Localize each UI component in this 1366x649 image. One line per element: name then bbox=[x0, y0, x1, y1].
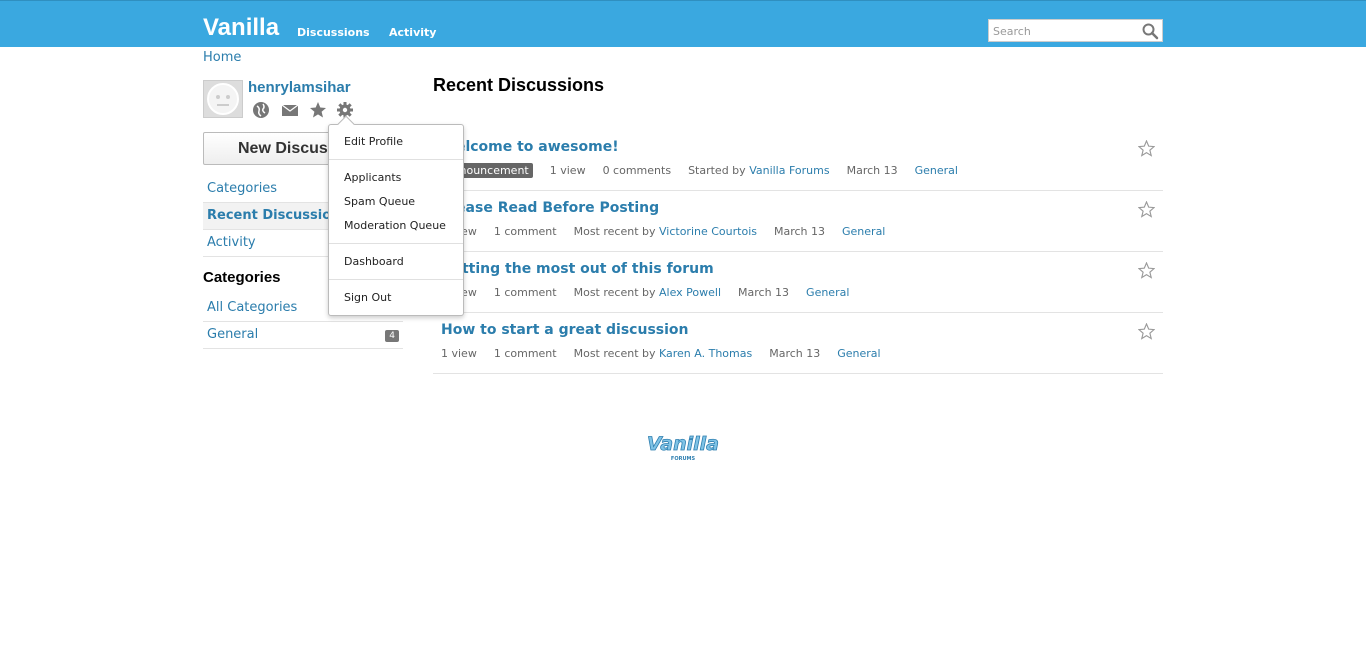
menu-item-dashboard[interactable]: Dashboard bbox=[344, 255, 404, 268]
nav-activity[interactable]: Activity bbox=[389, 26, 436, 39]
author-link[interactable]: Alex Powell bbox=[659, 286, 721, 299]
comment-count: 1 comment bbox=[493, 225, 557, 238]
bookmark-star-icon[interactable] bbox=[1138, 323, 1155, 340]
discussion-title[interactable]: How to start a great discussion bbox=[441, 322, 689, 338]
user-options-dropdown: Edit Profile Applicants Spam Queue Moder… bbox=[328, 115, 464, 316]
globe-icon[interactable] bbox=[252, 101, 270, 119]
nav-discussions[interactable]: Discussions bbox=[297, 26, 370, 39]
author-link[interactable]: Victorine Courtois bbox=[659, 225, 757, 238]
discussion-title[interactable]: Getting the most out of this forum bbox=[441, 261, 714, 277]
page-title: Recent Discussions bbox=[433, 75, 605, 95]
discussion-meta: Announcement 1 view 0 comments Started by V… bbox=[441, 163, 958, 178]
menu-item-spam-queue[interactable]: Spam Queue bbox=[344, 195, 415, 208]
sidebar-item-general[interactable]: General 4 bbox=[203, 322, 403, 349]
category-count-badge: 4 bbox=[385, 330, 399, 342]
discussion-title[interactable]: Welcome to awesome! bbox=[441, 139, 619, 155]
svg-text:FORUMS: FORUMS bbox=[671, 456, 696, 462]
brand-logo[interactable]: Vanilla bbox=[203, 14, 279, 42]
category-link[interactable]: General bbox=[915, 164, 958, 177]
discussion-meta: 1 view1 commentMost recent by Victorine … bbox=[441, 225, 885, 238]
avatar-face-icon bbox=[207, 83, 239, 115]
discussion-row: Please Read Before Posting 1 view1 comme… bbox=[433, 191, 1163, 252]
bookmark-star-icon[interactable] bbox=[1138, 140, 1155, 157]
top-bar: Vanilla Discussions Activity bbox=[0, 0, 1366, 47]
by-label: Started by bbox=[688, 164, 746, 177]
discussion-date: March 13 bbox=[773, 225, 826, 238]
discussion-title[interactable]: Please Read Before Posting bbox=[441, 200, 659, 216]
search-input[interactable] bbox=[993, 23, 1138, 39]
search-icon[interactable] bbox=[1141, 22, 1159, 40]
category-link[interactable]: General bbox=[842, 225, 885, 238]
by-label: Most recent by bbox=[573, 347, 656, 360]
discussion-date: March 13 bbox=[738, 286, 790, 299]
author-link[interactable]: Vanilla Forums bbox=[749, 164, 829, 177]
comment-count: 1 comment bbox=[493, 347, 557, 360]
by-label: Most recent by bbox=[573, 225, 656, 238]
discussion-meta: 1 view 1 comment Most recent by Karen A. T… bbox=[441, 347, 881, 360]
discussion-date: March 13 bbox=[769, 347, 821, 360]
discussion-row: Getting the most out of this forum 1 vie… bbox=[433, 252, 1163, 313]
author-link[interactable]: Karen A. Thomas bbox=[659, 347, 752, 360]
category-link[interactable]: General bbox=[806, 286, 849, 299]
view-count: 1 view bbox=[441, 347, 477, 360]
vanilla-forums-logo[interactable]: Vanilla FORUMS bbox=[647, 428, 719, 464]
bookmark-star-icon[interactable] bbox=[1138, 262, 1155, 279]
menu-item-edit-profile[interactable]: Edit Profile bbox=[344, 135, 403, 148]
menu-divider bbox=[329, 243, 463, 244]
discussion-row: How to start a great discussion 1 view 1 … bbox=[433, 313, 1163, 374]
bookmark-star-icon[interactable] bbox=[309, 101, 327, 119]
category-link[interactable]: General bbox=[837, 347, 880, 360]
discussion-row: Welcome to awesome! Announcement 1 view 0 … bbox=[433, 130, 1163, 191]
discussion-meta: 1 view1 commentMost recent by Alex Powel… bbox=[441, 286, 849, 299]
by-label: Most recent by bbox=[573, 286, 656, 299]
categories-heading: Categories bbox=[203, 269, 281, 286]
bookmark-star-icon[interactable] bbox=[1138, 201, 1155, 218]
search-box bbox=[988, 19, 1163, 42]
menu-item-sign-out[interactable]: Sign Out bbox=[344, 291, 391, 304]
breadcrumb-home[interactable]: Home bbox=[203, 50, 241, 65]
discussion-date: March 13 bbox=[846, 164, 898, 177]
mail-icon[interactable] bbox=[281, 101, 299, 119]
menu-divider bbox=[329, 159, 463, 160]
comment-count: 1 comment bbox=[493, 286, 557, 299]
username-link[interactable]: henrylamsihar bbox=[248, 79, 351, 96]
view-count: 1 view bbox=[549, 164, 586, 177]
menu-item-applicants[interactable]: Applicants bbox=[344, 171, 401, 184]
comment-count: 0 comments bbox=[602, 164, 672, 177]
svg-text:Vanilla: Vanilla bbox=[647, 433, 719, 455]
menu-divider bbox=[329, 279, 463, 280]
avatar[interactable] bbox=[203, 80, 243, 118]
menu-item-moderation-queue[interactable]: Moderation Queue bbox=[344, 219, 446, 232]
